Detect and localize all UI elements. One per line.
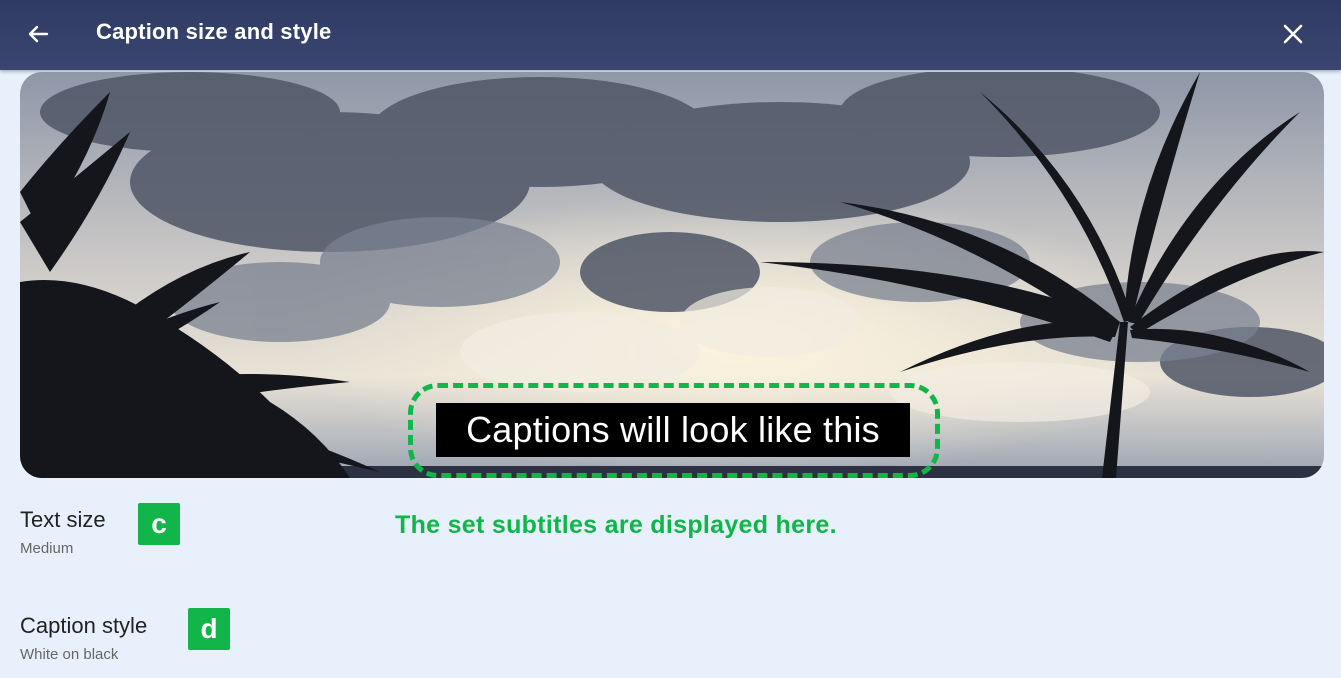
setting-label: Text size bbox=[20, 507, 106, 532]
setting-text-size[interactable]: Text size Medium bbox=[20, 507, 106, 557]
annotation-note: The set subtitles are displayed here. bbox=[395, 511, 837, 539]
close-icon bbox=[1283, 24, 1303, 44]
setting-caption-style[interactable]: Caption style White on black bbox=[20, 613, 147, 663]
app-bar: Caption size and style bbox=[0, 0, 1341, 70]
close-button[interactable] bbox=[1273, 14, 1313, 54]
setting-label: Caption style bbox=[20, 613, 148, 638]
arrow-left-icon bbox=[28, 25, 49, 43]
setting-value: White on black bbox=[20, 646, 119, 663]
setting-value: Medium bbox=[20, 540, 74, 557]
annotation-badge-d: d bbox=[188, 608, 230, 650]
annotation-badge-c: c bbox=[138, 503, 180, 545]
page-title: Caption size and style bbox=[96, 19, 332, 44]
caption-highlight-annotation bbox=[408, 383, 940, 478]
back-button[interactable] bbox=[20, 16, 56, 52]
